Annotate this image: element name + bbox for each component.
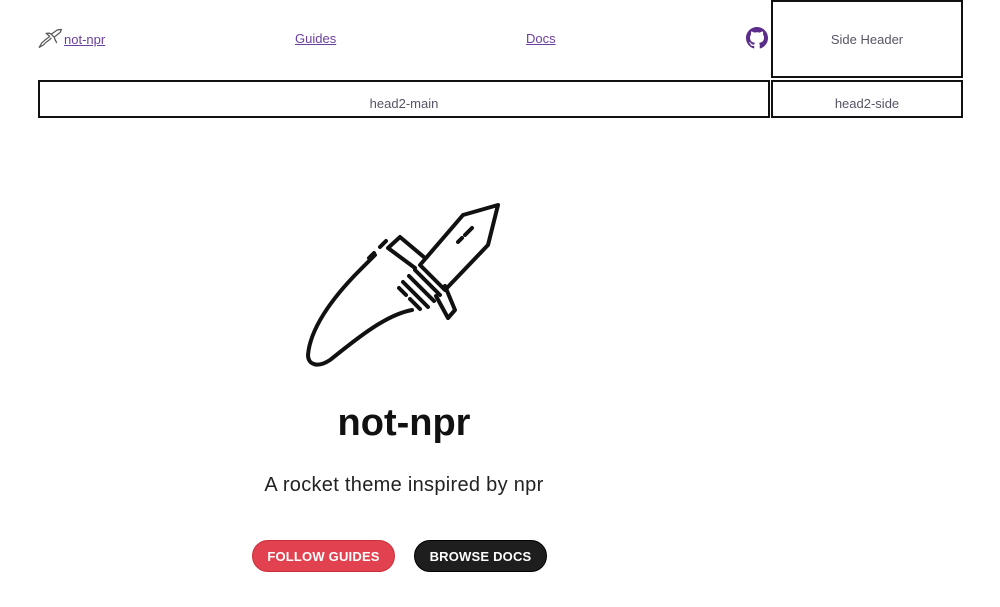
- side-header-label: Side Header: [830, 31, 904, 47]
- rocket-icon: [38, 28, 62, 48]
- top-nav: not-npr Guides Docs: [38, 0, 770, 78]
- nav-link-docs[interactable]: Docs: [526, 31, 556, 46]
- head2-side: head2-side: [771, 80, 963, 118]
- follow-guides-label: FOLLOW GUIDES: [267, 548, 380, 564]
- side-header: Side Header: [771, 0, 963, 78]
- hero-title: not-npr: [337, 402, 471, 444]
- page: not-npr Guides Docs Side Header head2-ma…: [0, 0, 1000, 607]
- github-icon[interactable]: [746, 27, 768, 49]
- browse-docs-label: BROWSE DOCS: [429, 548, 532, 564]
- brand-link[interactable]: not-npr: [38, 28, 105, 50]
- follow-guides-button[interactable]: FOLLOW GUIDES: [252, 540, 395, 572]
- head2-main: head2-main: [38, 80, 770, 118]
- rocket-icon: [306, 203, 500, 367]
- browse-docs-button[interactable]: BROWSE DOCS: [414, 540, 547, 572]
- head2-side-label: head2-side: [834, 96, 900, 111]
- nav-link-guides[interactable]: Guides: [295, 31, 336, 46]
- brand-label: not-npr: [64, 31, 106, 47]
- hero-tagline: A rocket theme inspired by npr: [264, 474, 544, 496]
- head2-main-label: head2-main: [369, 96, 439, 111]
